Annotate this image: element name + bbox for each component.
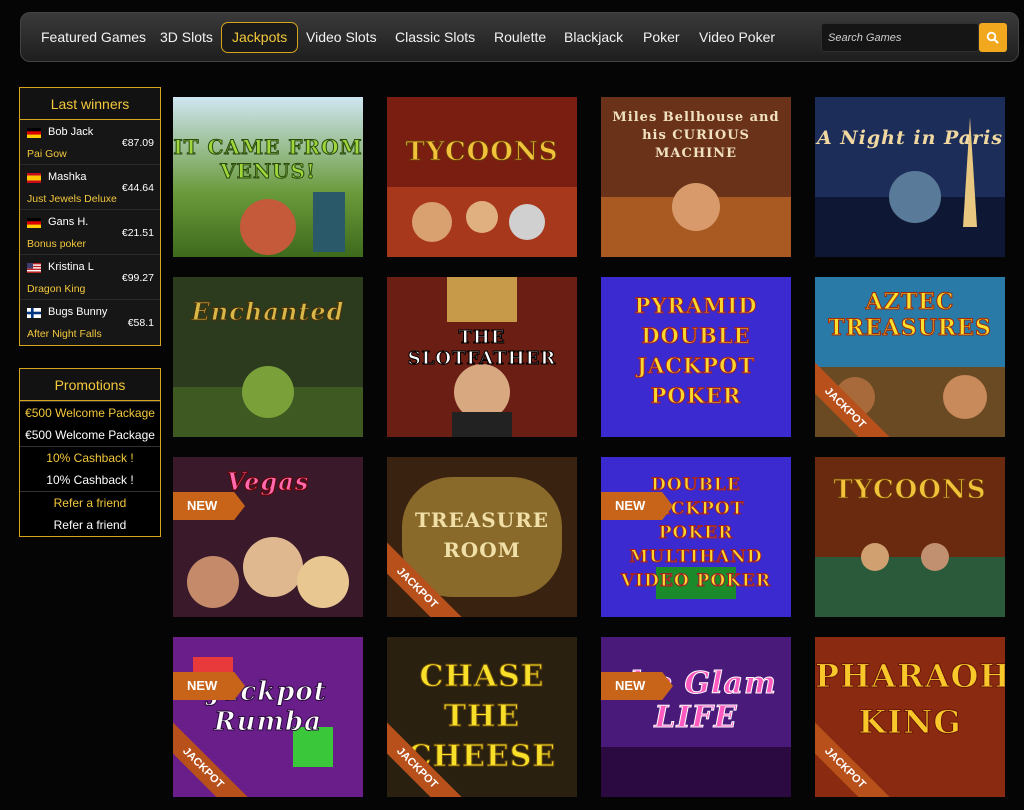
search-input[interactable]	[821, 23, 979, 52]
game-title: Miles Bellhouse and his CURIOUS MACHINE	[612, 110, 780, 161]
promo-refer-friend-link[interactable]: Refer a friend	[20, 514, 160, 537]
game-title: PHARAOH KING	[815, 657, 1005, 742]
promo-cashback-link[interactable]: 10% Cashback !	[20, 446, 160, 469]
winner-game-link[interactable]: Just Jewels Deluxe	[27, 193, 117, 205]
promotions-title: Promotions	[20, 369, 160, 401]
usa-flag-icon	[27, 263, 41, 273]
game-title: TYCOONS	[833, 475, 987, 506]
winner-game-link[interactable]: After Night Falls	[27, 328, 102, 340]
game-title: Vegas	[226, 467, 310, 497]
game-title: THE SLOTFATHER	[407, 327, 557, 370]
winner-name: Bob Jack	[48, 126, 94, 138]
nav-blackjack[interactable]: Blackjack	[553, 22, 634, 53]
nav-video-slots[interactable]: Video Slots	[295, 22, 388, 53]
spain-flag-icon	[27, 173, 41, 183]
game-tile-jackpot-rumba[interactable]: Jackpot Rumba NEW JACKPOT	[173, 637, 363, 797]
last-winners-title: Last winners	[20, 88, 160, 120]
winner-game-link[interactable]: Bonus poker	[27, 238, 86, 250]
game-tile-pyramid-double-jackpot-poker[interactable]: PYRAMID DOUBLE JACKPOT POKER	[601, 277, 791, 437]
game-tile-chase-the-cheese[interactable]: CHASE THE CHEESE JACKPOT	[387, 637, 577, 797]
search-button[interactable]	[979, 23, 1007, 52]
germany-flag-icon	[27, 128, 41, 138]
game-tile-tycoons[interactable]: TYCOONS	[387, 97, 577, 257]
winner-name: Mashka	[48, 171, 87, 183]
new-badge: NEW	[601, 672, 673, 700]
game-tile-vegas[interactable]: Vegas NEW	[173, 457, 363, 617]
nav-3d-slots[interactable]: 3D Slots	[149, 22, 224, 53]
game-tile-aztec-treasures[interactable]: AZTEC TREASURES JACKPOT	[815, 277, 1005, 437]
game-tile-slotfather[interactable]: THE SLOTFATHER	[387, 277, 577, 437]
game-tile-venus[interactable]: IT CAME FROM VENUS!	[173, 97, 363, 257]
game-tile-tycoons-poker[interactable]: TYCOONS	[815, 457, 1005, 617]
game-tile-double-jackpot-poker[interactable]: DOUBLE JACKPOT POKER MULTIHAND VIDEO POK…	[601, 457, 791, 617]
last-winners-panel: Last winners Bob Jack €87.09 Pai Gow Mas…	[19, 87, 161, 346]
new-badge: NEW	[173, 492, 245, 520]
germany-flag-icon	[27, 218, 41, 228]
new-badge: NEW	[601, 492, 673, 520]
nav-jackpots[interactable]: Jackpots	[221, 22, 299, 53]
winner-amount: €58.1	[127, 317, 154, 329]
promo-welcome-package-link[interactable]: €500 Welcome Package	[20, 424, 160, 447]
game-tile-pharaoh-king[interactable]: PHARAOH KING JACKPOT	[815, 637, 1005, 797]
winner-amount: €21.51	[121, 227, 154, 239]
winner-row: Kristina L €99.27 Dragon King	[20, 255, 160, 300]
winner-name: Gans H.	[48, 216, 89, 228]
game-tile-curious-machine[interactable]: Miles Bellhouse and his CURIOUS MACHINE	[601, 97, 791, 257]
game-title: TREASURE ROOM	[414, 508, 549, 562]
finland-flag-icon	[27, 308, 41, 318]
game-tile-night-in-paris[interactable]: A Night in Paris	[815, 97, 1005, 257]
game-title: TYCOONS	[405, 137, 559, 168]
winner-game-link[interactable]: Pai Gow	[27, 148, 67, 160]
game-tile-glam-life[interactable]: the Glam LIFE NEW	[601, 637, 791, 797]
winner-amount: €99.27	[121, 272, 154, 284]
nav-roulette[interactable]: Roulette	[483, 22, 557, 53]
winner-amount: €87.09	[121, 137, 154, 149]
nav-poker[interactable]: Poker	[632, 22, 691, 53]
game-title: A Night in Paris	[816, 127, 1004, 149]
nav-classic-slots[interactable]: Classic Slots	[384, 22, 486, 53]
new-badge: NEW	[173, 672, 245, 700]
winner-game-link[interactable]: Dragon King	[27, 283, 85, 295]
promo-cashback-link[interactable]: 10% Cashback !	[20, 469, 160, 492]
game-title: Enchanted	[191, 297, 345, 327]
game-title: DOUBLE JACKPOT POKER MULTIHAND VIDEO POK…	[620, 475, 772, 592]
top-nav: Featured Games 3D Slots Jackpots Video S…	[20, 12, 1019, 62]
winner-name: Bugs Bunny	[48, 306, 108, 318]
game-title: AZTEC TREASURES	[828, 289, 992, 342]
winner-amount: €44.64	[121, 182, 154, 194]
game-tile-treasure-room[interactable]: TREASURE ROOM JACKPOT	[387, 457, 577, 617]
winner-row: Mashka €44.64 Just Jewels Deluxe	[20, 165, 160, 210]
winner-row: Bugs Bunny €58.1 After Night Falls	[20, 300, 160, 345]
search-icon	[986, 31, 999, 44]
promotions-panel: Promotions €500 Welcome Package €500 Wel…	[19, 368, 161, 537]
promo-refer-friend-link[interactable]: Refer a friend	[20, 491, 160, 514]
nav-featured-games[interactable]: Featured Games	[30, 22, 157, 53]
game-title: PYRAMID DOUBLE JACKPOT POKER	[634, 293, 758, 409]
winner-row: Bob Jack €87.09 Pai Gow	[20, 120, 160, 165]
game-title: IT CAME FROM VENUS!	[173, 135, 363, 184]
game-tile-enchanted[interactable]: Enchanted	[173, 277, 363, 437]
winner-row: Gans H. €21.51 Bonus poker	[20, 210, 160, 255]
promo-welcome-package-link[interactable]: €500 Welcome Package	[20, 401, 160, 424]
nav-video-poker[interactable]: Video Poker	[688, 22, 786, 53]
winner-name: Kristina L	[48, 261, 94, 273]
